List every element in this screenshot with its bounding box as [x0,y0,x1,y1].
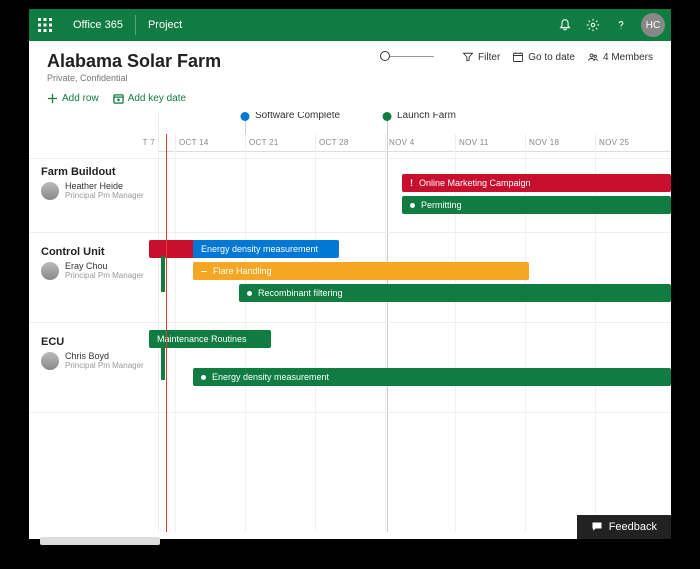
horizontal-scrollbar[interactable] [40,537,160,545]
person-avatar [41,182,59,200]
group-bracket [161,344,165,380]
task-bar[interactable]: Flare Handling [193,262,529,280]
task-label: Maintenance Routines [157,334,247,344]
person-role: Principal Pm Manager [65,362,144,371]
group-bracket [161,256,165,292]
person-role: Principal Pm Manager [65,272,144,281]
today-line [166,134,167,532]
person-avatar [41,352,59,370]
add-key-date-button[interactable]: Add key date [113,93,186,104]
help-icon[interactable] [607,18,635,32]
app-launcher[interactable] [29,18,61,32]
task-bar[interactable]: Recombinant filtering [239,284,671,302]
task-label: Online Marketing Campaign [419,178,531,188]
axis-tick: OCT 28 [315,134,349,152]
group-header: Control Unit Eray ChouPrincipal Pm Manage… [29,238,159,281]
notifications-icon[interactable] [551,18,579,32]
task-label: Flare Handling [213,266,272,276]
axis-tick: NOV 4 [385,134,415,152]
user-avatar[interactable]: HC [641,13,665,37]
feedback-button[interactable]: Feedback [577,515,671,539]
add-row-button[interactable]: Add row [47,93,99,104]
task-label: Recombinant filtering [258,288,343,298]
task-bar[interactable]: Energy density measurement [193,240,339,258]
settings-icon[interactable] [579,18,607,32]
group-name: Control Unit [41,246,151,258]
zoom-slider[interactable] [380,51,434,61]
axis-tick: NOV 11 [455,134,489,152]
app-window: Office 365 Project HC Alabama Solar Farm… [29,9,671,539]
group-owner[interactable]: Eray ChouPrincipal Pm Manager [41,262,151,281]
axis-tick: OCT 14 [175,134,209,152]
task-label: Energy density measurement [201,244,318,254]
timeline-chart: Software CompleteLaunch Farm T 7 OCT 14O… [29,112,671,532]
action-bar: Add row Add key date [29,89,671,112]
members-button[interactable]: 4 Members [587,51,653,63]
topbar: Office 365 Project HC [29,9,671,41]
group-owner[interactable]: Chris BoydPrincipal Pm Manager [41,352,151,371]
group-owner[interactable]: Heather HeidePrincipal Pm Manager [41,182,151,201]
task-bar[interactable]: Permitting [402,196,671,214]
date-axis: T 7 OCT 14OCT 21OCT 28NOV 4NOV 11NOV 18N… [159,134,671,152]
group-name: Farm Buildout [41,166,151,178]
group-header: Farm Buildout Heather HeidePrincipal Pm M… [29,158,159,201]
brand-label: Office 365 [61,15,136,35]
axis-tick: NOV 25 [595,134,629,152]
goto-date-button[interactable]: Go to date [512,51,575,63]
group-header: ECU Chris BoydPrincipal Pm Manager [29,328,159,371]
project-header: Alabama Solar Farm Private, Confidential… [29,41,671,89]
filter-button[interactable]: Filter [462,51,500,63]
group-name: ECU [41,336,151,348]
person-role: Principal Pm Manager [65,192,144,201]
app-label: Project [136,19,194,31]
axis-tick: OCT 21 [245,134,279,152]
project-title: Alabama Solar Farm [47,51,221,72]
axis-left-tick: T 7 [129,134,159,152]
task-label: Energy density measurement [212,372,329,382]
task-bar[interactable]: Maintenance Routines [149,330,271,348]
task-bar[interactable]: Energy density measurement [193,368,671,386]
project-subtitle: Private, Confidential [47,73,221,83]
task-bar[interactable]: !Online Marketing Campaign [402,174,671,192]
task-label: Permitting [421,200,462,210]
person-avatar [41,262,59,280]
axis-tick: NOV 18 [525,134,559,152]
